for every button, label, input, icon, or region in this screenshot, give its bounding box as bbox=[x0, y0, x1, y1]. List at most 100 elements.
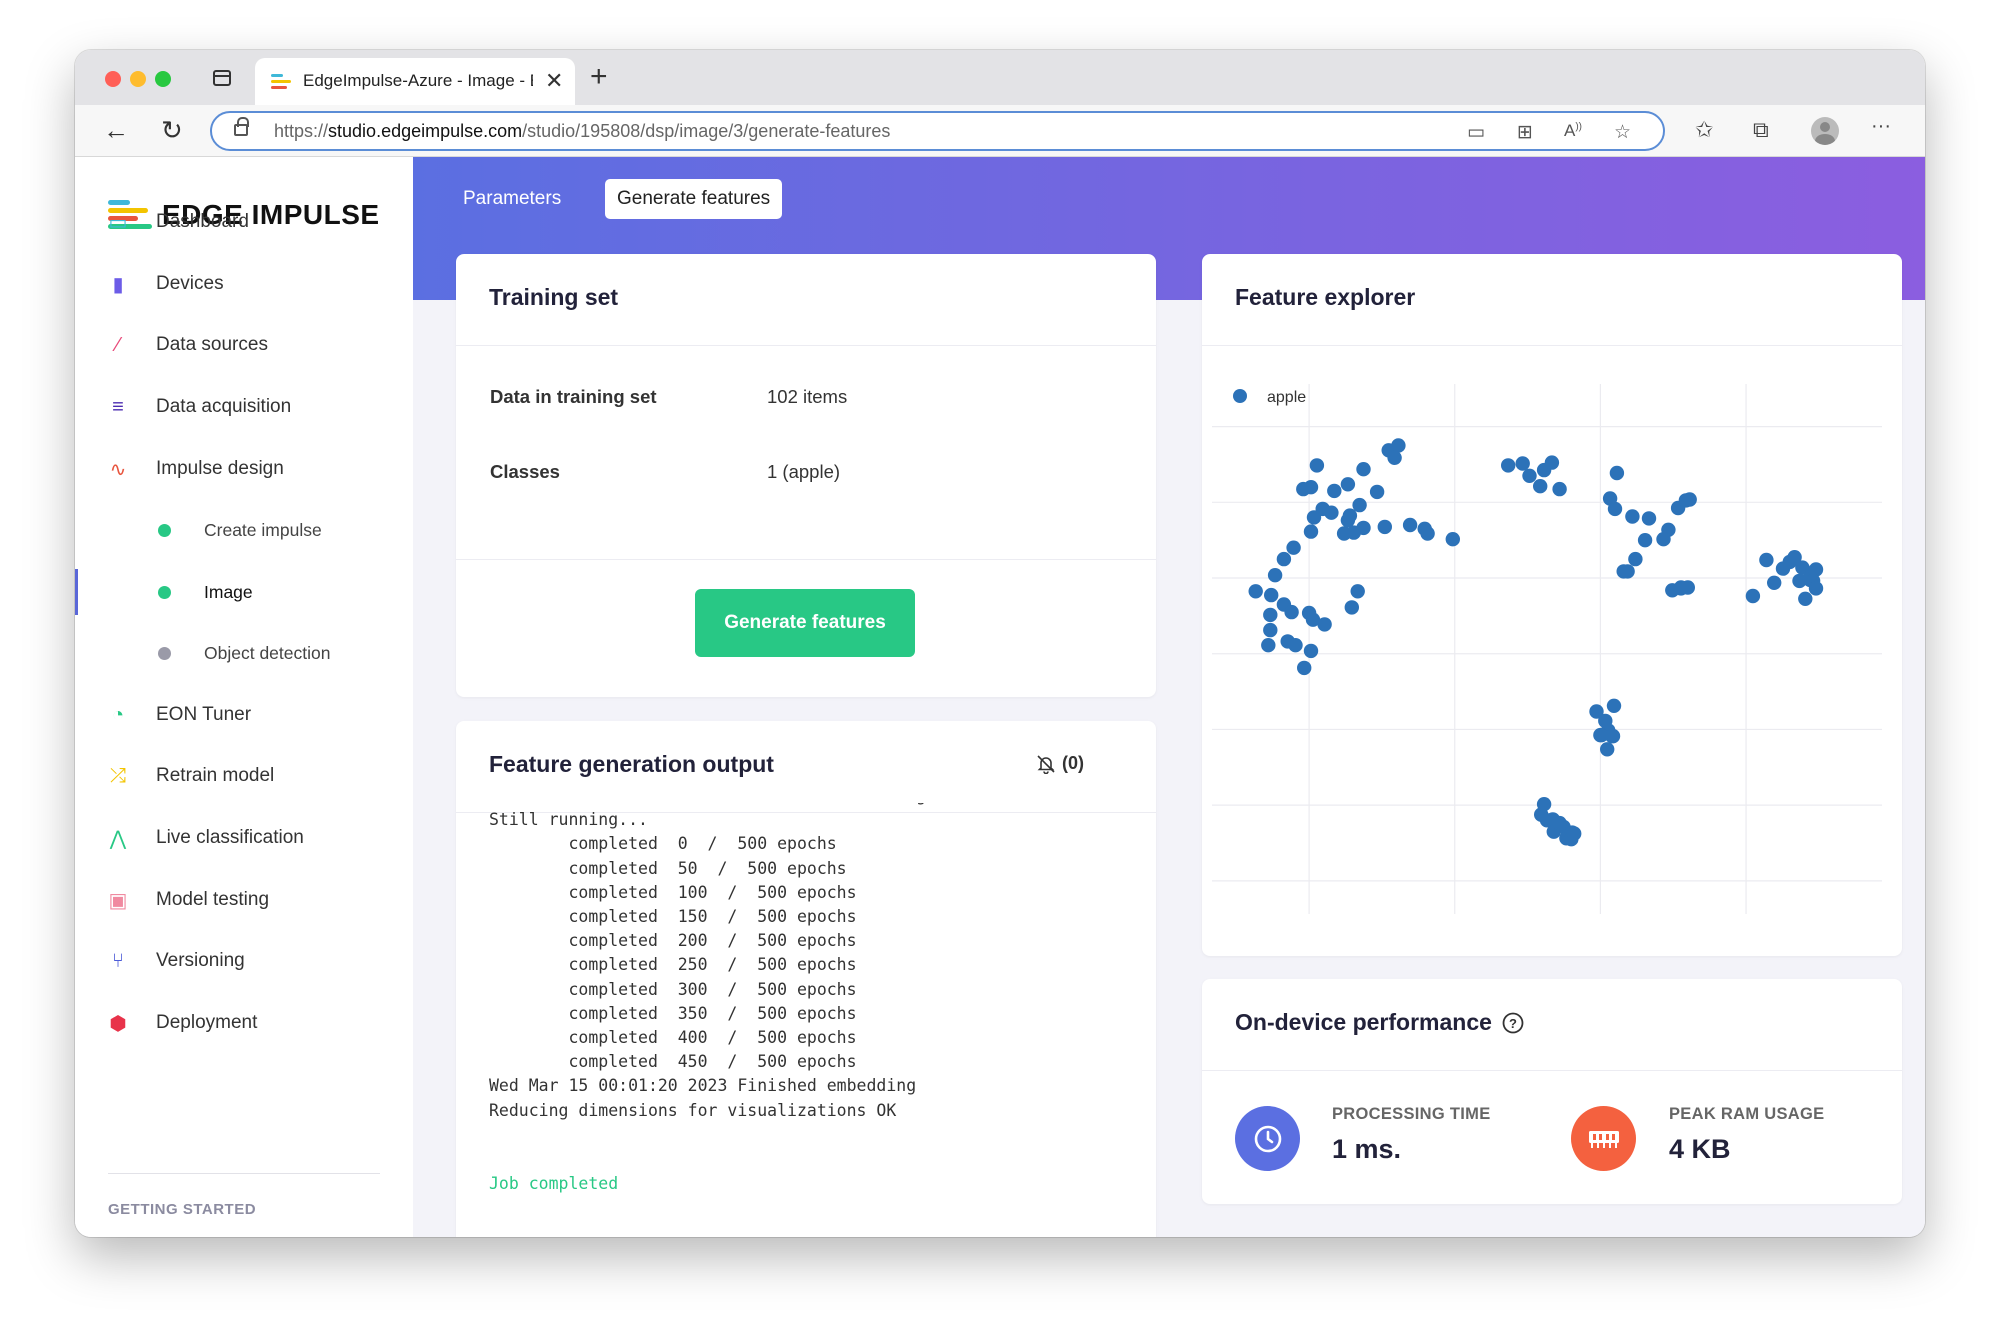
sidebar-item-eon-tuner[interactable]: ◔ EON Tuner bbox=[75, 692, 413, 738]
close-tab-icon[interactable]: ✕ bbox=[545, 68, 563, 94]
data-point[interactable] bbox=[1680, 580, 1695, 595]
data-point[interactable] bbox=[1261, 638, 1276, 653]
data-point[interactable] bbox=[1533, 479, 1548, 494]
data-point[interactable] bbox=[1350, 584, 1365, 599]
data-point[interactable] bbox=[1377, 519, 1392, 535]
feature-scatter-plot[interactable]: apple bbox=[1202, 374, 1902, 949]
data-point[interactable] bbox=[1544, 455, 1560, 470]
favorites-icon[interactable]: ✩ bbox=[1695, 117, 1713, 143]
data-point[interactable] bbox=[1604, 728, 1620, 744]
data-point[interactable] bbox=[1288, 638, 1303, 653]
data-point[interactable] bbox=[1309, 458, 1325, 473]
data-point[interactable] bbox=[1625, 509, 1640, 524]
sidebar-item-live-classification[interactable]: ⋀ Live classification bbox=[75, 815, 413, 861]
data-point[interactable] bbox=[1759, 552, 1774, 568]
sidebar-item-create-impulse[interactable]: Create impulse bbox=[75, 507, 413, 553]
data-point[interactable] bbox=[1391, 438, 1406, 453]
tab-generate-features[interactable]: Generate features bbox=[605, 179, 783, 219]
tab-parameters[interactable]: Parameters bbox=[451, 179, 573, 219]
data-point[interactable] bbox=[1787, 550, 1802, 565]
data-point[interactable] bbox=[1501, 458, 1516, 473]
data-point[interactable] bbox=[1387, 450, 1402, 465]
data-point[interactable] bbox=[1297, 660, 1312, 676]
sidebar-item-impulse-design[interactable]: ∿ Impulse design bbox=[75, 446, 413, 492]
sidebar-item-dashboard[interactable]: ▭ Dashboard bbox=[75, 199, 413, 245]
add-favorite-icon[interactable]: ☆ bbox=[1614, 121, 1631, 144]
data-point[interactable] bbox=[1606, 698, 1622, 713]
data-point[interactable] bbox=[1682, 492, 1697, 507]
data-point[interactable] bbox=[1536, 797, 1552, 812]
data-point[interactable] bbox=[1567, 826, 1582, 841]
legend-marker[interactable] bbox=[1233, 389, 1247, 403]
sidebar-item-image[interactable]: Image bbox=[75, 569, 413, 615]
data-point[interactable] bbox=[1336, 526, 1352, 541]
data-point[interactable] bbox=[1369, 484, 1385, 500]
help-icon[interactable]: ? bbox=[1502, 1012, 1524, 1034]
data-point[interactable] bbox=[1303, 643, 1319, 659]
back-icon[interactable]: ← bbox=[103, 115, 129, 146]
collections-icon[interactable]: ⧉ bbox=[1753, 117, 1769, 143]
sidebar-item-model-testing[interactable]: ▣ Model testing bbox=[75, 877, 413, 923]
legend-label[interactable]: apple bbox=[1267, 389, 1306, 406]
close-window-button[interactable] bbox=[105, 71, 121, 87]
profile-avatar[interactable] bbox=[1811, 117, 1839, 145]
data-point[interactable] bbox=[1340, 513, 1356, 528]
data-point[interactable] bbox=[1327, 483, 1342, 499]
notifications-toggle[interactable]: (0) bbox=[1036, 753, 1084, 774]
browser-tab[interactable]: EdgeImpulse-Azure - Image - E ✕ bbox=[255, 58, 575, 105]
data-point[interactable] bbox=[1267, 568, 1283, 583]
sidebar-item-retrain-model[interactable]: ⤮ Retrain model bbox=[75, 753, 413, 799]
address-bar[interactable]: https://studio.edgeimpulse.com/studio/19… bbox=[210, 111, 1665, 151]
data-point[interactable] bbox=[1303, 524, 1319, 539]
sidebar-item-versioning[interactable]: ⑂ Versioning bbox=[75, 938, 413, 984]
data-point[interactable] bbox=[1286, 540, 1301, 555]
data-point[interactable] bbox=[1276, 551, 1292, 567]
reload-icon[interactable]: ↻ bbox=[161, 115, 183, 146]
data-point[interactable] bbox=[1628, 551, 1643, 567]
apps-grid-icon[interactable]: ⊞ bbox=[1517, 121, 1533, 144]
sidebar-item-deployment[interactable]: ⬢ Deployment bbox=[75, 1000, 413, 1046]
sidebar-item-data-sources[interactable]: ⁄ Data sources bbox=[75, 322, 413, 368]
data-point[interactable] bbox=[1248, 584, 1263, 599]
data-point[interactable] bbox=[1522, 468, 1537, 483]
read-aloud-icon[interactable]: A)) bbox=[1564, 121, 1582, 141]
generate-features-button[interactable]: Generate features bbox=[695, 589, 915, 657]
url-text[interactable]: https://studio.edgeimpulse.com/studio/19… bbox=[274, 121, 890, 142]
data-point[interactable] bbox=[1420, 526, 1435, 541]
data-point[interactable] bbox=[1600, 742, 1615, 757]
data-point[interactable] bbox=[1344, 600, 1359, 615]
sidebar-toggle-icon[interactable] bbox=[213, 70, 231, 86]
data-point[interactable] bbox=[1656, 532, 1671, 547]
data-point[interactable] bbox=[1263, 622, 1278, 638]
data-point[interactable] bbox=[1808, 581, 1824, 596]
data-point[interactable] bbox=[1767, 575, 1782, 590]
data-point[interactable] bbox=[1607, 501, 1623, 517]
data-point[interactable] bbox=[1609, 465, 1625, 481]
data-point[interactable] bbox=[1352, 497, 1367, 513]
data-point[interactable] bbox=[1552, 481, 1567, 497]
data-point[interactable] bbox=[1340, 477, 1356, 492]
data-point[interactable] bbox=[1263, 607, 1278, 623]
data-point[interactable] bbox=[1745, 588, 1761, 604]
minimize-window-button[interactable] bbox=[130, 71, 146, 87]
data-point[interactable] bbox=[1317, 617, 1332, 632]
data-point[interactable] bbox=[1296, 481, 1311, 497]
data-point[interactable] bbox=[1798, 591, 1813, 606]
maximize-window-button[interactable] bbox=[155, 71, 171, 87]
data-point[interactable] bbox=[1402, 517, 1418, 533]
data-point[interactable] bbox=[1552, 815, 1567, 831]
sidebar-item-data-acquisition[interactable]: ≡ Data acquisition bbox=[75, 384, 413, 430]
data-point[interactable] bbox=[1284, 604, 1299, 620]
device-view-icon[interactable]: ▭ bbox=[1467, 121, 1485, 144]
data-point[interactable] bbox=[1264, 587, 1279, 603]
data-point[interactable] bbox=[1637, 533, 1653, 548]
data-point[interactable] bbox=[1445, 532, 1460, 547]
sidebar-item-object-detection[interactable]: Object detection bbox=[75, 630, 413, 676]
data-point[interactable] bbox=[1641, 511, 1657, 526]
data-point[interactable] bbox=[1356, 462, 1371, 477]
sidebar-item-devices[interactable]: ▮ Devices bbox=[75, 261, 413, 307]
data-point[interactable] bbox=[1324, 505, 1339, 520]
data-point[interactable] bbox=[1306, 510, 1322, 525]
more-menu-icon[interactable]: ··· bbox=[1871, 115, 1891, 138]
data-point[interactable] bbox=[1616, 564, 1631, 579]
